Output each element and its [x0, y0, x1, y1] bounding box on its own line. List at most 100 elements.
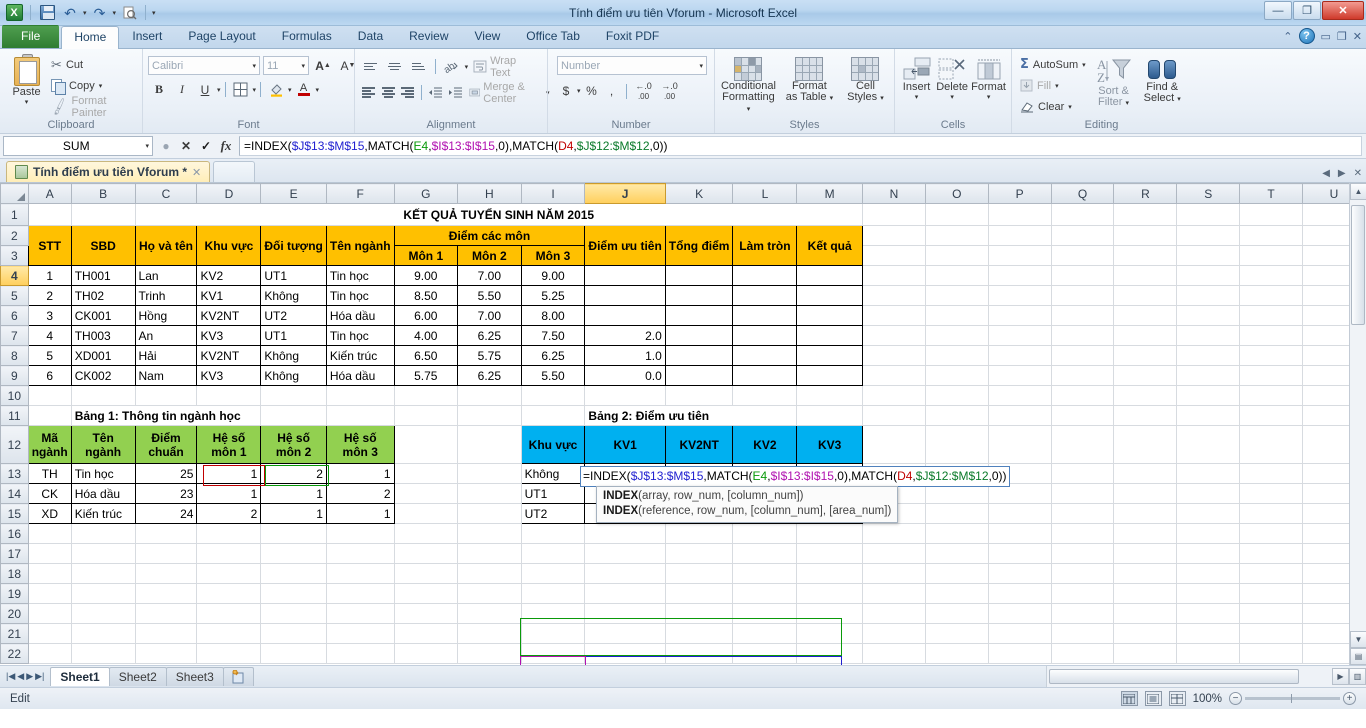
- column-header-n[interactable]: N: [862, 183, 926, 204]
- cell-i19[interactable]: [520, 583, 586, 604]
- sheet-row[interactable]: 4 1 TH001 Lan KV2 UT1 Tin học 9.00 7.00 9.00: [0, 265, 1366, 286]
- zoom-out-button[interactable]: −: [1229, 692, 1242, 705]
- cell-j9[interactable]: 0.0: [584, 365, 666, 386]
- wrap-text-button[interactable]: Wrap Text: [470, 55, 542, 79]
- ribbon-tab-insert[interactable]: Insert: [119, 25, 175, 48]
- horizontal-scroll-thumb[interactable]: [1049, 669, 1299, 684]
- cell-o18[interactable]: [924, 563, 989, 584]
- cell-p19[interactable]: [987, 583, 1052, 604]
- last-sheet-icon[interactable]: ▶|: [35, 671, 44, 682]
- column-header-a[interactable]: A: [27, 183, 72, 204]
- cell-e10[interactable]: [260, 385, 327, 406]
- cell-m9[interactable]: [796, 365, 864, 386]
- cell-o1[interactable]: [924, 203, 989, 226]
- cell-h11[interactable]: [457, 405, 522, 426]
- column-header-d[interactable]: D: [196, 183, 262, 204]
- cell-g9[interactable]: 5.75: [393, 365, 459, 386]
- cell-r8[interactable]: [1113, 345, 1178, 366]
- cell-h8[interactable]: 5.75: [457, 345, 522, 366]
- cell-k7[interactable]: [664, 325, 734, 346]
- cell-c13[interactable]: 25: [134, 463, 198, 484]
- format-cells-button[interactable]: Format ▾: [971, 55, 1006, 101]
- help-icon[interactable]: ?: [1298, 28, 1315, 44]
- cell-n4[interactable]: [862, 265, 926, 286]
- orientation-dropdown-icon[interactable]: ▾: [465, 63, 469, 71]
- vertical-scroll-thumb[interactable]: [1351, 205, 1365, 325]
- cell-t1[interactable]: [1239, 203, 1303, 226]
- scroll-up-icon[interactable]: ▲: [1350, 183, 1366, 200]
- cell-l7[interactable]: [732, 325, 798, 346]
- cell-j7[interactable]: 2.0: [584, 325, 666, 346]
- cell-d19[interactable]: [196, 583, 262, 604]
- cell-n1[interactable]: [862, 203, 926, 226]
- cell-d12[interactable]: Hệ số môn 1: [196, 425, 262, 464]
- decrease-indent-icon[interactable]: [427, 82, 444, 103]
- cell-b4[interactable]: TH001: [70, 265, 136, 286]
- cell-a17[interactable]: [27, 543, 72, 564]
- sheet-row[interactable]: 6 3 CK001 Hồng KV2NT UT2 Hóa dầu 6.00 7.00 8.00: [0, 305, 1366, 326]
- print-preview-icon[interactable]: [119, 3, 139, 23]
- row-header-1[interactable]: 1: [0, 203, 29, 226]
- cell-s5[interactable]: [1176, 285, 1241, 306]
- cell-p8[interactable]: [987, 345, 1052, 366]
- sheet-row[interactable]: 8 5 XD001 Hải KV2NT Không Kiến trúc 6.50 5.75 6.2…: [0, 345, 1366, 366]
- undo-dropdown-icon[interactable]: ▾: [83, 9, 87, 17]
- cell-i11[interactable]: [520, 405, 586, 426]
- cell-t9[interactable]: [1239, 365, 1303, 386]
- cell-r12[interactable]: [1113, 425, 1178, 464]
- horizontal-scrollbar[interactable]: ▶ ▥: [1046, 666, 1366, 687]
- cell-j16[interactable]: [584, 523, 666, 544]
- sheet-row[interactable]: 11 Bảng 1: Thông tin ngành học Bảng 2: Điể…: [0, 405, 1366, 426]
- cell-a13[interactable]: TH: [27, 463, 72, 484]
- cell-q20[interactable]: [1050, 603, 1115, 624]
- column-header-o[interactable]: O: [924, 183, 989, 204]
- column-header-k[interactable]: K: [664, 183, 734, 204]
- percent-format-icon[interactable]: %: [583, 84, 601, 98]
- cell-n19[interactable]: [862, 583, 926, 604]
- column-header-b[interactable]: B: [70, 183, 136, 204]
- cell-f16[interactable]: [325, 523, 395, 544]
- cell-e17[interactable]: [260, 543, 327, 564]
- cell-a18[interactable]: [27, 563, 72, 584]
- cell-m16[interactable]: [796, 523, 864, 544]
- ribbon-tab-formulas[interactable]: Formulas: [269, 25, 345, 48]
- autosum-button[interactable]: Σ AutoSum ▾: [1017, 54, 1089, 75]
- cell-p21[interactable]: [987, 623, 1052, 644]
- cell-q10[interactable]: [1050, 385, 1115, 406]
- cell-l2[interactable]: Làm tròn: [732, 225, 798, 266]
- cell-t4[interactable]: [1239, 265, 1303, 286]
- cell-n9[interactable]: [862, 365, 926, 386]
- align-middle-icon[interactable]: [384, 56, 406, 77]
- cell-j18[interactable]: [584, 563, 666, 584]
- cell-i5[interactable]: 5.25: [520, 285, 586, 306]
- row-header-9[interactable]: 9: [0, 365, 29, 386]
- paste-dropdown-icon[interactable]: ▾: [25, 98, 29, 106]
- cell-t8[interactable]: [1239, 345, 1303, 366]
- cell-b10[interactable]: [70, 385, 136, 406]
- cell-s8[interactable]: [1176, 345, 1241, 366]
- cell-d7[interactable]: KV3: [196, 325, 262, 346]
- cell-e22[interactable]: [260, 643, 327, 664]
- cell-p22[interactable]: [987, 643, 1052, 664]
- cell-k2[interactable]: Tổng điểm: [664, 225, 734, 266]
- cell-h12[interactable]: [457, 425, 522, 464]
- cell-c19[interactable]: [134, 583, 198, 604]
- cell-l17[interactable]: [732, 543, 798, 564]
- cell-i14[interactable]: UT1: [520, 483, 586, 504]
- underline-button[interactable]: U: [194, 79, 216, 100]
- column-header-l[interactable]: L: [732, 183, 798, 204]
- cell-g17[interactable]: [393, 543, 459, 564]
- insert-cells-button[interactable]: Insert ▾: [900, 55, 933, 101]
- cell-e5[interactable]: Không: [260, 285, 327, 306]
- column-header-q[interactable]: Q: [1050, 183, 1115, 204]
- cell-h20[interactable]: [457, 603, 522, 624]
- cell-s2[interactable]: [1176, 225, 1241, 246]
- cell-c12[interactable]: Điểm chuẩn: [134, 425, 198, 464]
- cell-f6[interactable]: Hóa dầu: [325, 305, 395, 326]
- cell-m17[interactable]: [796, 543, 864, 564]
- cell-d15[interactable]: 2: [196, 503, 262, 524]
- cell-q18[interactable]: [1050, 563, 1115, 584]
- cell-h10[interactable]: [457, 385, 522, 406]
- cell-l20[interactable]: [732, 603, 798, 624]
- cell-g18[interactable]: [393, 563, 459, 584]
